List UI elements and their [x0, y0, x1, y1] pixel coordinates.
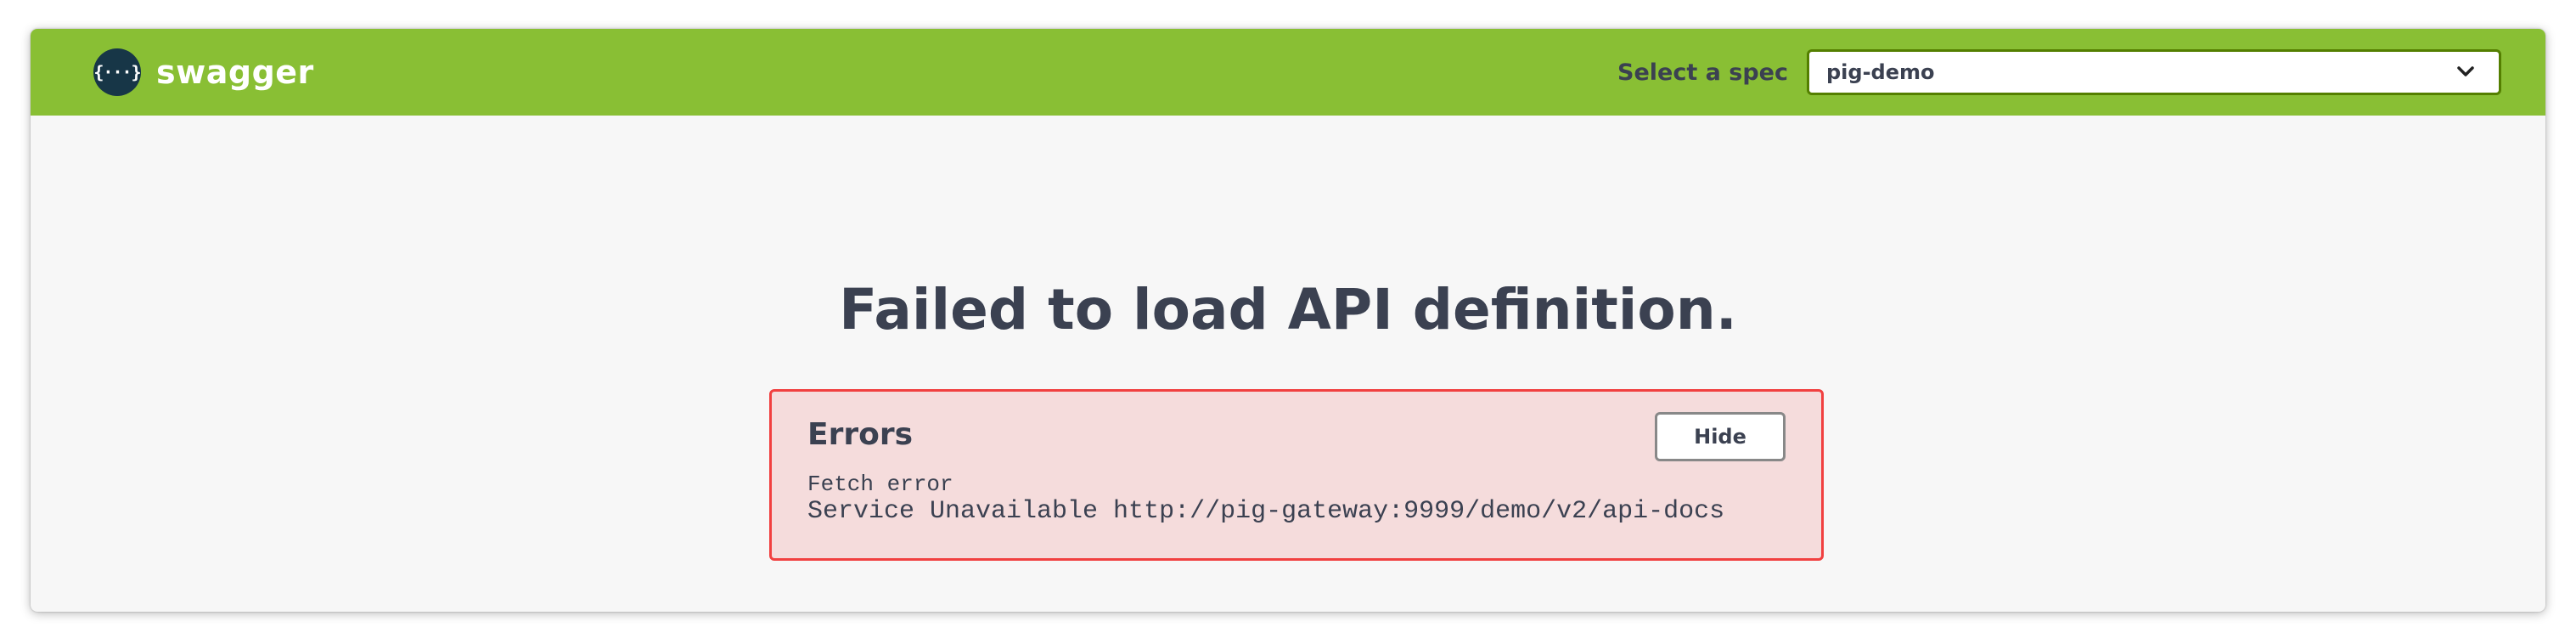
- spec-selector: Select a spec pig-demo: [1617, 48, 2501, 97]
- hide-button[interactable]: Hide: [1655, 412, 1786, 461]
- swagger-logo-text: swagger: [156, 54, 314, 91]
- chevron-down-icon: [2457, 66, 2474, 76]
- swagger-logo-icon: {···}: [93, 48, 142, 96]
- spec-select-dropdown[interactable]: pig-demo: [1807, 49, 2501, 95]
- error-source: Fetch error: [807, 472, 953, 497]
- spec-select-label: Select a spec: [1617, 59, 1788, 86]
- spec-select-value: pig-demo: [1826, 60, 1935, 84]
- errors-heading: Errors: [807, 417, 914, 452]
- swagger-window: {···} swagger Select a spec pig-demo Fai…: [31, 29, 2545, 612]
- error-message: Service Unavailable http://pig-gateway:9…: [807, 497, 1725, 526]
- errors-panel: Errors Hide Fetch error Service Unavaila…: [769, 389, 1824, 561]
- swagger-logo[interactable]: {···} swagger: [93, 48, 314, 96]
- topbar: {···} swagger Select a spec pig-demo: [31, 29, 2545, 116]
- page-title: Failed to load API definition.: [839, 277, 1737, 342]
